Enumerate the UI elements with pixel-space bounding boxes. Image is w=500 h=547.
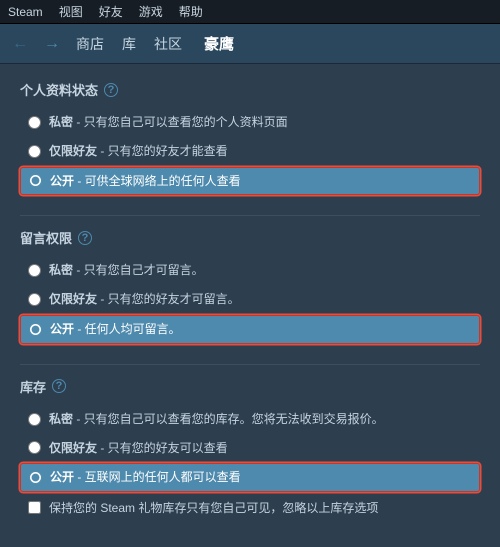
nav-community[interactable]: 社区 — [154, 34, 182, 54]
comment-section-title: 留言权限 ? — [20, 228, 480, 247]
divider-2 — [20, 364, 480, 365]
comment-public-label: 公开 - 任何人均可留言。 — [50, 321, 181, 338]
inventory-public-label: 公开 - 互联网上的任何人都可以查看 — [50, 469, 241, 486]
profile-public-option[interactable]: 公开 - 可供全球网络上的任何人查看 — [20, 167, 480, 196]
comment-public-option[interactable]: 公开 - 任何人均可留言。 — [20, 315, 480, 344]
nav-username[interactable]: 豪鹰 — [204, 33, 234, 54]
profile-help-icon[interactable]: ? — [104, 83, 118, 97]
inventory-private-radio[interactable] — [28, 413, 41, 426]
menu-view[interactable]: 视图 — [59, 3, 83, 20]
nav-store[interactable]: 商店 — [76, 34, 104, 54]
comment-friends-label: 仅限好友 - 只有您的好友才可留言。 — [49, 291, 240, 308]
comment-help-icon[interactable]: ? — [78, 231, 92, 245]
divider-1 — [20, 215, 480, 216]
gift-inventory-option[interactable]: 保持您的 Steam 礼物库存只有您自己可见，忽略以上库存选项 — [20, 494, 480, 521]
menu-help[interactable]: 帮助 — [179, 3, 203, 20]
comment-friends-radio[interactable] — [28, 293, 41, 306]
profile-private-radio[interactable] — [28, 116, 41, 129]
profile-private-label: 私密 - 只有您自己可以查看您的个人资料页面 — [49, 114, 288, 131]
profile-public-radio[interactable] — [29, 174, 42, 187]
main-content: 个人资料状态 ? 私密 - 只有您自己可以查看您的个人资料页面 仅限好友 - 只… — [0, 64, 500, 547]
inventory-private-label: 私密 - 只有您自己可以查看您的库存。您将无法收到交易报价。 — [49, 411, 384, 428]
profile-friends-option[interactable]: 仅限好友 - 只有您的好友才能查看 — [20, 138, 480, 165]
nav-bar: ← → 商店 库 社区 豪鹰 — [0, 24, 500, 64]
gift-inventory-label: 保持您的 Steam 礼物库存只有您自己可见，忽略以上库存选项 — [49, 499, 378, 516]
inventory-section: 库存 ? 私密 - 只有您自己可以查看您的库存。您将无法收到交易报价。 仅限好友… — [20, 377, 480, 521]
profile-section-title: 个人资料状态 ? — [20, 80, 480, 99]
profile-friends-label: 仅限好友 - 只有您的好友才能查看 — [49, 143, 228, 160]
inventory-public-radio[interactable] — [29, 471, 42, 484]
comment-public-radio[interactable] — [29, 323, 42, 336]
inventory-help-icon[interactable]: ? — [52, 379, 66, 393]
nav-library[interactable]: 库 — [122, 34, 136, 54]
forward-button[interactable]: → — [44, 35, 60, 53]
comment-section: 留言权限 ? 私密 - 只有您自己才可留言。 仅限好友 - 只有您的好友才可留言… — [20, 228, 480, 343]
comment-private-radio[interactable] — [28, 264, 41, 277]
comment-title-text: 留言权限 — [20, 228, 72, 247]
profile-title-text: 个人资料状态 — [20, 80, 98, 99]
inventory-friends-radio[interactable] — [28, 441, 41, 454]
comment-private-option[interactable]: 私密 - 只有您自己才可留言。 — [20, 257, 480, 284]
menu-friends[interactable]: 好友 — [99, 3, 123, 20]
inventory-friends-label: 仅限好友 - 只有您的好友可以查看 — [49, 440, 228, 457]
inventory-friends-option[interactable]: 仅限好友 - 只有您的好友可以查看 — [20, 435, 480, 462]
menu-bar: Steam 视图 好友 游戏 帮助 — [0, 0, 500, 24]
inventory-private-option[interactable]: 私密 - 只有您自己可以查看您的库存。您将无法收到交易报价。 — [20, 406, 480, 433]
menu-steam[interactable]: Steam — [8, 5, 43, 19]
gift-inventory-checkbox[interactable] — [28, 501, 41, 514]
comment-private-label: 私密 - 只有您自己才可留言。 — [49, 262, 204, 279]
profile-section: 个人资料状态 ? 私密 - 只有您自己可以查看您的个人资料页面 仅限好友 - 只… — [20, 80, 480, 195]
nav-links: 商店 库 社区 豪鹰 — [76, 33, 234, 54]
inventory-public-option[interactable]: 公开 - 互联网上的任何人都可以查看 — [20, 463, 480, 492]
profile-private-option[interactable]: 私密 - 只有您自己可以查看您的个人资料页面 — [20, 109, 480, 136]
inventory-title-text: 库存 — [20, 377, 46, 396]
back-button[interactable]: ← — [12, 35, 28, 53]
inventory-section-title: 库存 ? — [20, 377, 480, 396]
comment-friends-option[interactable]: 仅限好友 - 只有您的好友才可留言。 — [20, 286, 480, 313]
profile-public-label: 公开 - 可供全球网络上的任何人查看 — [50, 173, 241, 190]
menu-games[interactable]: 游戏 — [139, 3, 163, 20]
profile-friends-radio[interactable] — [28, 145, 41, 158]
